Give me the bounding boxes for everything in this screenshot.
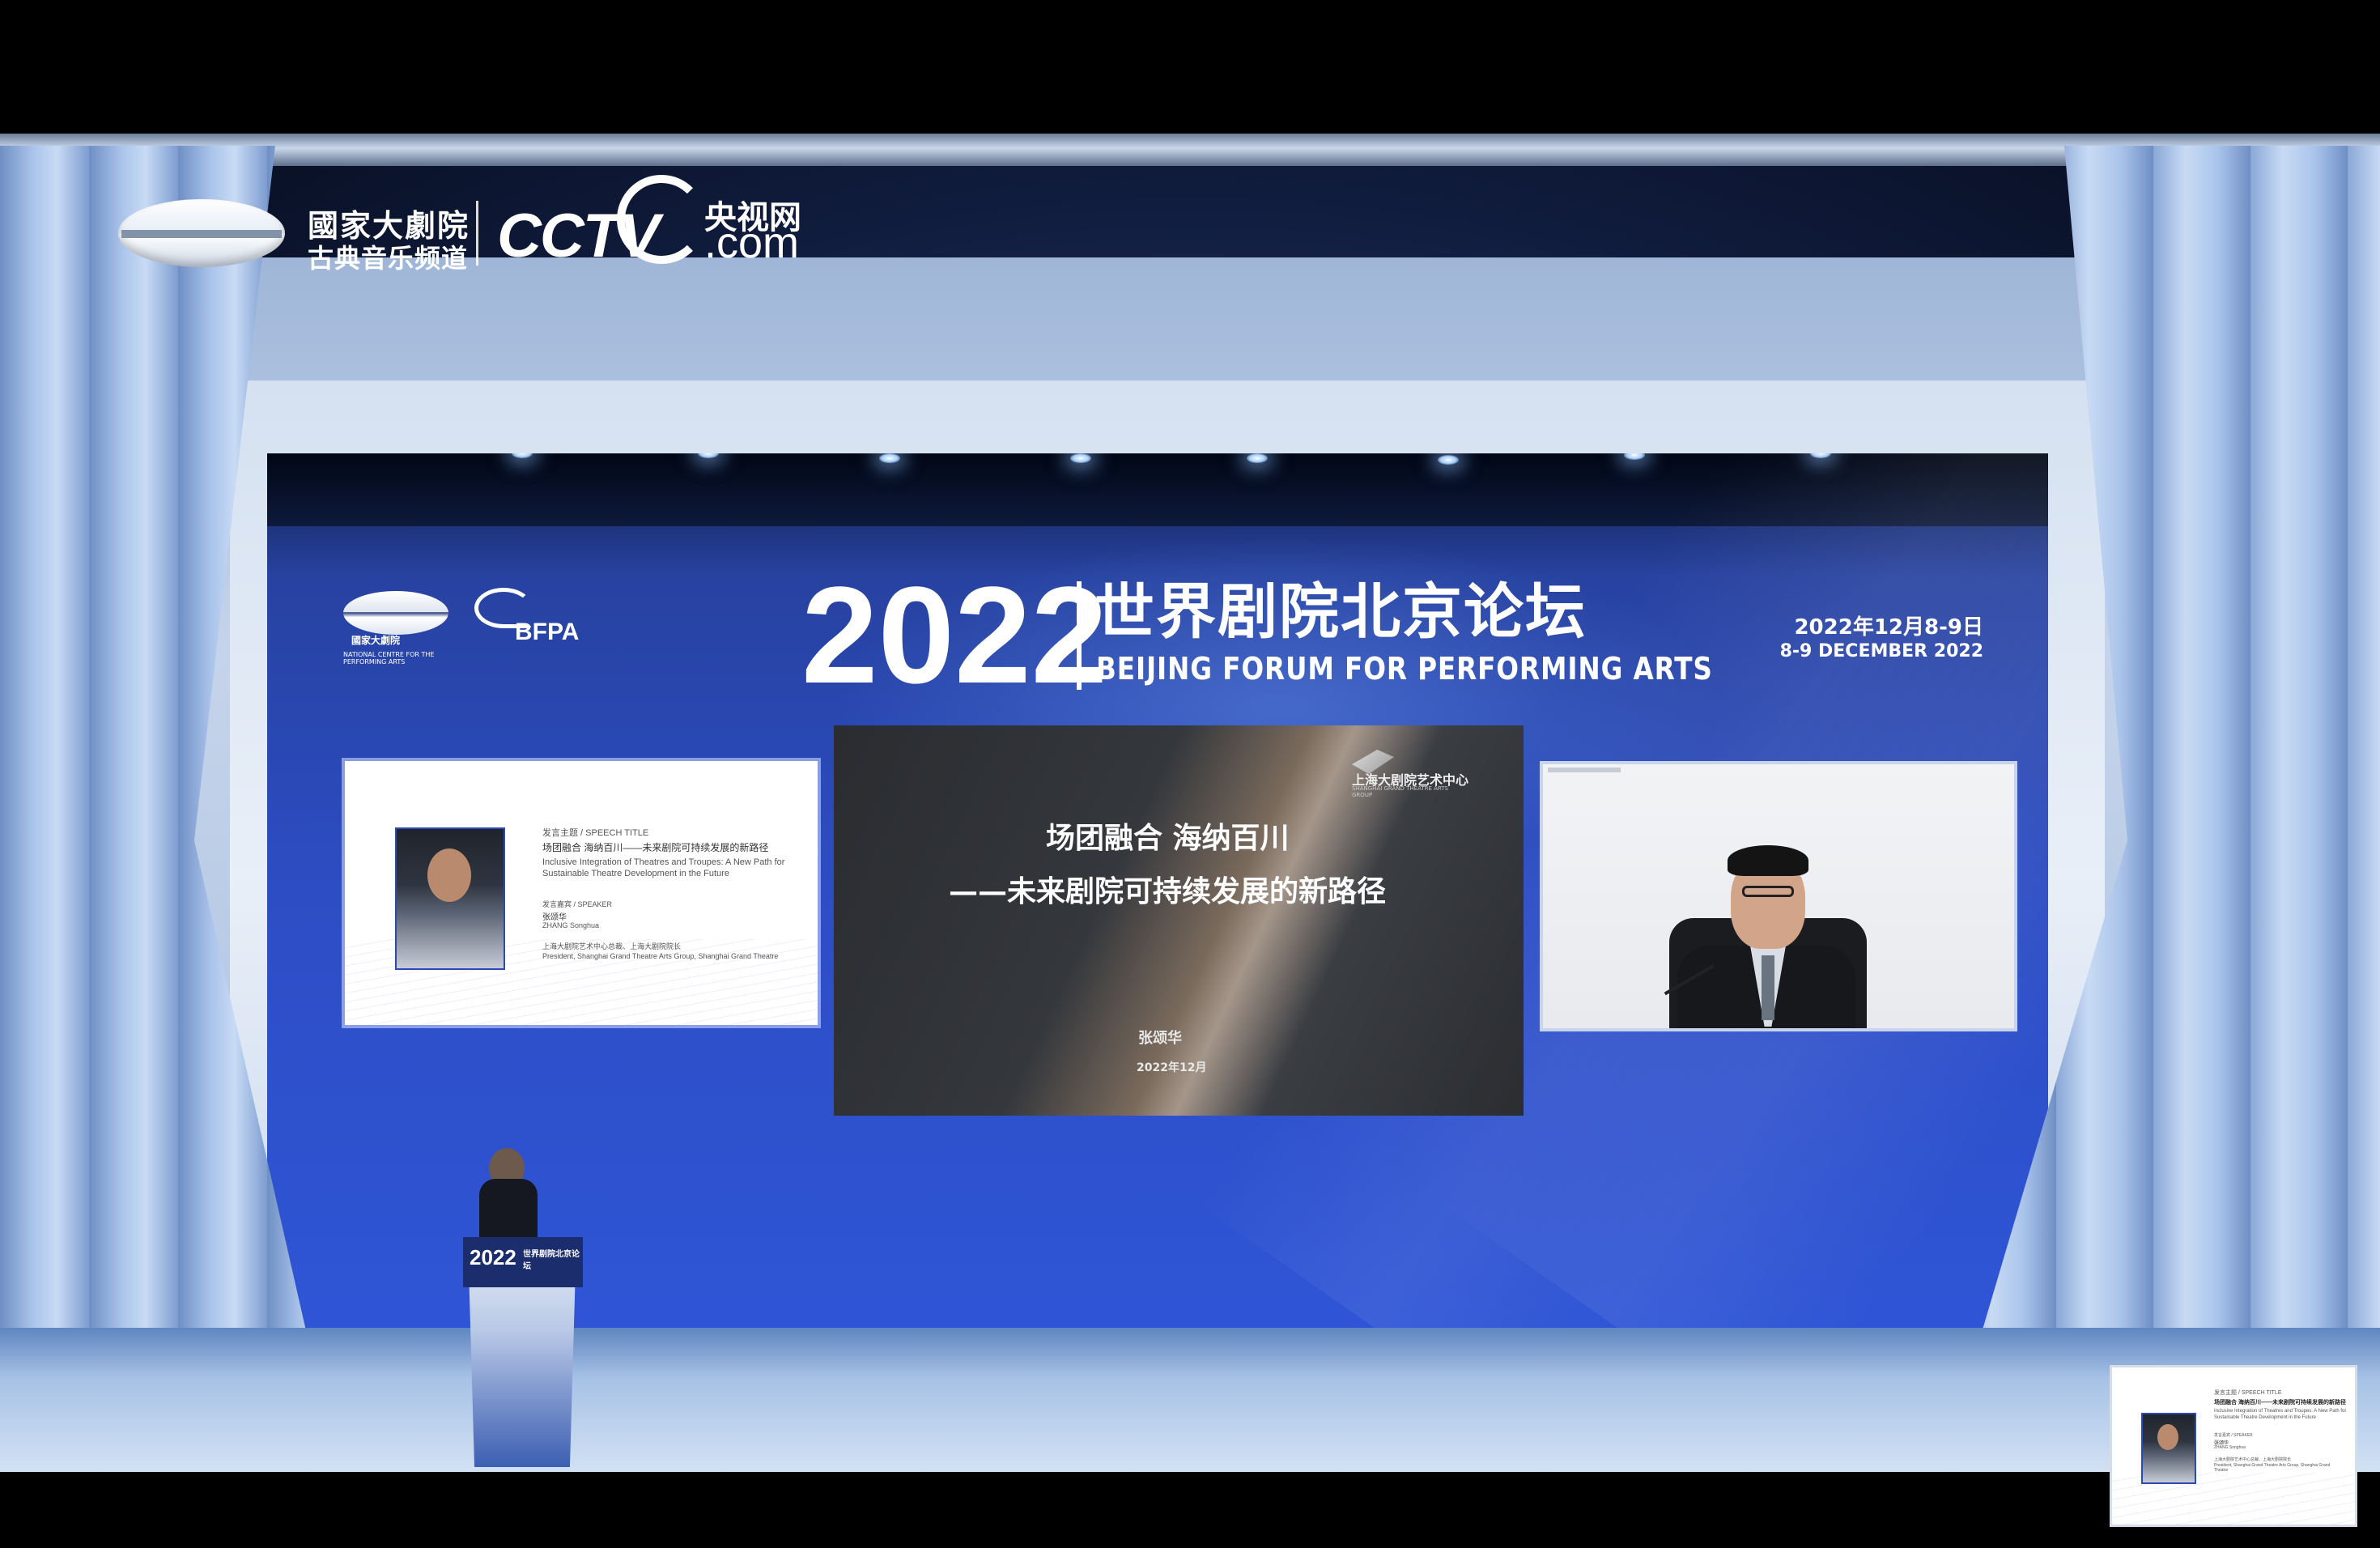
speech-title-en: Inclusive Integration of Theatres and Tr…	[542, 857, 785, 878]
speech-title-cn: 场团融合 海纳百川——未来剧院可持续发展的新路径	[542, 842, 769, 853]
slide-title-line1: 场团融合 海纳百川	[1046, 821, 1290, 855]
cctv-logo-text: CCTV	[497, 202, 660, 270]
slide-presenter: 张颂华	[1138, 1030, 1182, 1047]
spotlight	[1070, 453, 1091, 463]
pip-speaker-name-en: ZHANG Songhua	[2214, 1445, 2246, 1450]
pip-speaker-photo	[2141, 1413, 2196, 1484]
tie	[1762, 955, 1774, 1020]
ncpa-logo-en: NATIONAL CENTRE FOR THE PERFORMING ARTS	[343, 651, 435, 666]
stage-floor	[0, 1328, 2380, 1474]
speaker-role-cn: 上海大剧院艺术中心总裁、上海大剧院院长	[542, 942, 682, 950]
presentation-slide: 上海大剧院艺术中心 SHANGHAI GRAND THEATRE ARTS GR…	[834, 725, 1524, 1116]
speaker-photo	[395, 827, 505, 970]
cctv-suffix: .com	[704, 219, 800, 267]
forum-year: 2022	[801, 559, 1108, 712]
forum-date-en: 8-9 DECEMBER 2022	[1779, 641, 1983, 661]
lighting-truss	[0, 134, 2380, 166]
speaker-name-cn: 张颂华	[542, 913, 567, 922]
pip-speaker-role-cn: 上海大剧院艺术中心总裁、上海大剧院院长	[2214, 1457, 2292, 1462]
pip-speaker-role-en: President, Shanghai Grand Theatre Arts G…	[2214, 1463, 2331, 1473]
ncpa-logo	[343, 591, 448, 635]
pip-speech-title-cn: 场团融合 海纳百川——未来剧院可持续发展的新路径	[2214, 1400, 2346, 1406]
ncpa-logo-cn: 國家大劇院	[351, 635, 401, 646]
forum-date-cn: 2022年12月8-9日	[1794, 615, 1983, 640]
pip-speech-title-label: 发言主题 / SPEECH TITLE	[2214, 1390, 2282, 1396]
speaker-label: 发言嘉宾 / SPEAKER	[542, 900, 613, 908]
bottom-letterbox	[0, 1472, 2380, 1548]
spotlight	[879, 453, 900, 463]
pip-thumbnail: 发言主题 / SPEECH TITLE 场团融合 海纳百川——未来剧院可持续发展…	[2110, 1365, 2357, 1527]
pip-speech-title-en: Inclusive Integration of Theatres and Tr…	[2214, 1409, 2347, 1420]
video-toolbar	[1548, 768, 1621, 772]
top-letterbox	[0, 0, 2380, 138]
remote-speaker-hair	[1728, 845, 1808, 876]
podium-title: 世界剧院北京论坛	[523, 1250, 580, 1271]
speaker-photo-face	[427, 848, 471, 902]
channel-name: 古典音乐频道	[308, 243, 469, 274]
spotlight	[1438, 455, 1459, 465]
slide-org-en: SHANGHAI GRAND THEATRE ARTS GROUP	[1352, 785, 1448, 798]
remote-speaker-video	[1540, 761, 2017, 1031]
slide-title-line2: ——未来剧院可持续发展的新路径	[949, 874, 1387, 908]
title-divider	[1077, 581, 1082, 690]
speaker-name-en: ZHANG Songhua	[542, 921, 600, 929]
pip-speaker-face	[2157, 1424, 2178, 1450]
bfpa-logo-text: BFPA	[515, 619, 580, 645]
speaker-role-en: President, Shanghai Grand Theatre Arts G…	[542, 952, 779, 960]
spotlight	[1247, 453, 1268, 463]
ncpa-logo-band	[121, 230, 282, 238]
logo-separator	[476, 201, 478, 266]
glasses	[1742, 886, 1794, 897]
slide-date: 2022年12月	[1137, 1061, 1207, 1074]
podium-year: 2022	[470, 1245, 516, 1269]
podium-sign: 2022 世界剧院北京论坛	[463, 1237, 583, 1287]
speaker-card: 发言主题 / SPEECH TITLE 场团融合 海纳百川——未来剧院可持续发展…	[345, 761, 818, 1025]
forum-title-en: BEIJING FORUM FOR PERFORMING ARTS	[1096, 651, 1713, 687]
forum-title-cn: 世界剧院北京论坛	[1094, 577, 1587, 647]
pip-speaker-label: 发言嘉宾 / SPEAKER	[2214, 1433, 2253, 1438]
speech-title-label: 发言主题 / SPEECH TITLE	[542, 828, 649, 838]
